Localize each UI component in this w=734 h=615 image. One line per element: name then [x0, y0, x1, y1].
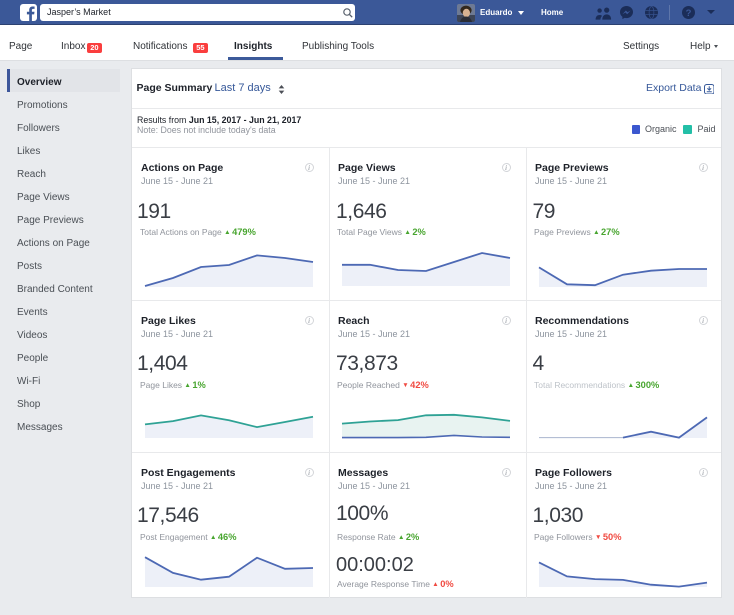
svg-text:?: ?: [686, 8, 692, 19]
